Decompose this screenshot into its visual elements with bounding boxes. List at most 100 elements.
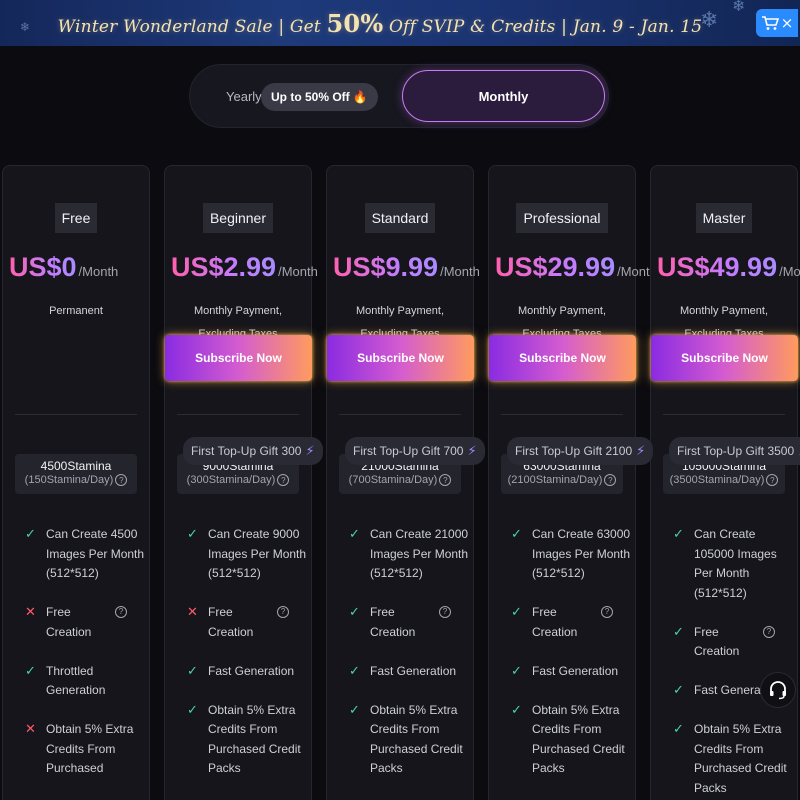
stamina-daily: (300Stamina/Day)? <box>177 474 299 486</box>
help-icon[interactable]: ? <box>277 474 290 486</box>
feature-text: Obtain 5% Extra Credits From Purchased <box>46 722 134 775</box>
plan-name-wrap: Master <box>651 203 797 233</box>
bolt-icon: ⚡ <box>636 443 646 459</box>
plan-name-wrap: Free <box>3 203 149 233</box>
feature-item: ✕ Obtain 5% Extra Credits From Purchased <box>25 720 147 779</box>
feature-item: ✓ Can Create 63000 Images Per Month (512… <box>511 525 633 584</box>
gift-badge: First Top-Up Gift 300 ⚡ <box>183 437 323 465</box>
stamina-daily: (2100Stamina/Day)? <box>501 474 623 486</box>
gift-badge: First Top-Up Gift 2100 ⚡ <box>507 437 654 465</box>
gift-badge: First Top-Up Gift 700 ⚡ <box>345 437 485 465</box>
support-button[interactable] <box>760 672 796 708</box>
feature-item: ✕ Free Creation ? <box>187 603 309 642</box>
feature-text: Obtain 5% Extra Credits From Purchased C… <box>370 702 463 776</box>
stamina-daily: (150Stamina/Day)? <box>15 474 137 486</box>
plan-price: US$0 <box>9 252 77 282</box>
check-icon: ✓ <box>673 683 684 698</box>
cart-icon <box>761 16 779 30</box>
help-icon[interactable]: ? <box>115 474 128 486</box>
feature-text: Fast Generation <box>370 663 457 678</box>
plan-name: Beginner <box>202 203 274 233</box>
divider <box>177 414 299 415</box>
help-icon[interactable]: ? <box>439 474 452 486</box>
divider <box>663 414 785 415</box>
cross-icon: ✕ <box>25 605 36 620</box>
check-icon: ✓ <box>511 702 522 718</box>
feature-text: Can Create 9000 Images Per Month (512*51… <box>208 527 307 580</box>
gift-text: First Top-Up Gift 700 <box>353 444 464 458</box>
check-icon: ✓ <box>511 605 522 620</box>
check-icon: ✓ <box>511 527 522 542</box>
cross-icon: ✕ <box>187 605 198 620</box>
feature-text: Throttled Generation <box>46 663 106 698</box>
feature-item: ✓ Can Create 21000 Images Per Month (512… <box>349 525 471 584</box>
stamina-daily-text: (2100Stamina/Day) <box>507 474 603 486</box>
stamina-amount: 4500Stamina <box>40 459 112 473</box>
price-row: US$2.99/Month <box>171 252 318 283</box>
plan-price: US$49.99 <box>657 252 778 282</box>
help-icon[interactable]: ? <box>604 474 617 486</box>
plan-card-free: Free US$0/Month Permanent 4500Stamina (150… <box>2 165 150 800</box>
help-icon[interactable]: ? <box>601 606 613 618</box>
feature-item: ✓ Fast Generation <box>187 662 309 682</box>
feature-item: ✓ Obtain 5% Extra Credits From Purchased… <box>349 701 471 779</box>
feature-item: ✓ Obtain 5% Extra Credits From Purchased… <box>673 720 795 798</box>
feature-item: ✕ Free Creation ? <box>25 603 147 642</box>
feature-text: Fast Generation <box>208 663 295 678</box>
banner-prefix: Winter Wonderland Sale | Get <box>57 16 327 37</box>
feature-list: ✓ Can Create 4500 Images Per Month (512*… <box>25 525 147 798</box>
stamina-daily-text: (3500Stamina/Day) <box>669 474 765 486</box>
feature-item: ✓ Free Creation ? <box>673 623 795 662</box>
monthly-option[interactable]: Monthly <box>402 70 605 122</box>
subscribe-button[interactable]: Subscribe Now <box>165 335 312 381</box>
plan-price: US$29.99 <box>495 252 616 282</box>
check-icon: ✓ <box>673 722 684 737</box>
discount-badge[interactable]: Up to 50% Off 🔥 <box>261 83 378 111</box>
feature-item: ✓ Obtain 5% Extra Credits From Purchased… <box>187 701 309 779</box>
bolt-icon: ⚡ <box>467 443 477 459</box>
feature-text: Free Creation <box>46 605 92 639</box>
feature-text: Free Creation <box>370 605 416 639</box>
plan-card-professional: Professional US$29.99/Month Monthly Paymen… <box>488 165 657 800</box>
yearly-option[interactable]: Yearly <box>226 89 262 104</box>
stamina-daily-text: (300Stamina/Day) <box>186 474 276 486</box>
banner-text: Winter Wonderland Sale | Get 50% Off SVI… <box>58 9 703 38</box>
fire-icon: 🔥 <box>352 90 368 104</box>
divider <box>501 414 623 415</box>
help-icon[interactable]: ? <box>439 606 451 618</box>
check-icon: ✓ <box>673 527 684 542</box>
subscribe-button[interactable]: Subscribe Now <box>327 335 474 381</box>
close-icon[interactable]: × <box>781 14 794 32</box>
discount-label: Up to 50% Off <box>271 90 350 104</box>
check-icon: ✓ <box>349 527 360 542</box>
subscribe-button[interactable]: Subscribe Now <box>651 335 798 381</box>
check-icon: ✓ <box>187 702 198 718</box>
cart-button[interactable]: × <box>756 9 798 37</box>
help-icon[interactable]: ? <box>766 474 779 486</box>
feature-text: Can Create 63000 Images Per Month (512*5… <box>532 527 631 580</box>
billing-note: Permanent <box>49 305 103 317</box>
plan-name: Professional <box>516 203 608 233</box>
help-icon[interactable]: ? <box>115 606 127 618</box>
price-row: US$49.99/Month <box>657 252 800 283</box>
plan-name: Standard <box>364 203 436 233</box>
check-icon: ✓ <box>187 527 198 542</box>
help-icon[interactable]: ? <box>277 606 289 618</box>
gift-text: First Top-Up Gift 3500 <box>677 444 795 458</box>
promo-banner[interactable]: ❄ ❄ ❄ Winter Wonderland Sale | Get 50% O… <box>0 0 800 46</box>
feature-text: Can Create 105000 Images Per Month (512*… <box>694 527 777 600</box>
stamina-daily: (700Stamina/Day)? <box>339 474 461 486</box>
snowflake-icon: ❄ <box>20 20 31 34</box>
snowflake-icon: ❄ <box>700 8 719 33</box>
feature-text: Can Create 4500 Images Per Month (512*51… <box>46 527 145 580</box>
gift-badge: First Top-Up Gift 3500⚡ <box>669 437 800 465</box>
feature-item: ✓ Fast Generation <box>349 662 471 682</box>
subscribe-button[interactable]: Subscribe Now <box>489 335 636 381</box>
cross-icon: ✕ <box>25 722 36 737</box>
price-period: /Month <box>278 264 318 279</box>
stamina-daily-text: (700Stamina/Day) <box>348 474 438 486</box>
feature-text: Can Create 21000 Images Per Month (512*5… <box>370 527 469 580</box>
check-icon: ✓ <box>25 663 36 679</box>
help-icon[interactable]: ? <box>763 625 775 638</box>
plan-price: US$9.99 <box>333 252 439 282</box>
